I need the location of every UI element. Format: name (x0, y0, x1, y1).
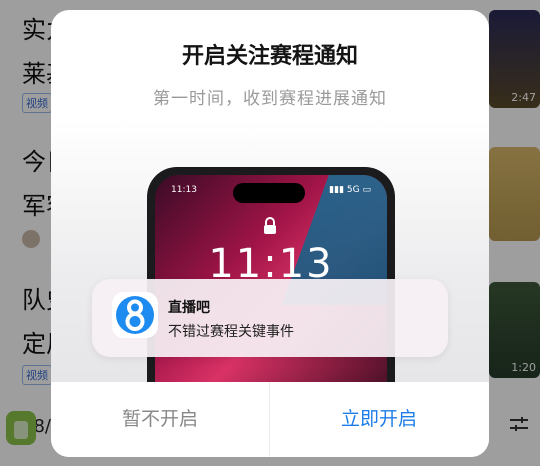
dialog-subtitle: 第一时间，收到赛程进展通知 (153, 89, 387, 109)
status-time: 11:13 (171, 185, 197, 195)
lock-screen-clock: 11:13 (208, 241, 334, 287)
notification-message: 不错过赛程关键事件 (168, 324, 294, 340)
zhibo8-app-icon (112, 292, 158, 338)
notification-preview-card: 直播吧 不错过赛程关键事件 (92, 279, 448, 357)
battery-icon: ▭ (362, 185, 371, 195)
dialog-title: 开启关注赛程通知 (181, 44, 358, 69)
notification-permission-dialog: 开启关注赛程通知 第一时间，收到赛程进展通知 11:13 ▮▮▮ 5G ▭ 11… (51, 10, 489, 457)
notification-app-name: 直播吧 (168, 300, 210, 316)
status-network: ▮▮▮ 5G ▭ (329, 185, 371, 195)
network-label: 5G (346, 185, 360, 195)
dynamic-island (233, 183, 305, 203)
signal-icon: ▮▮▮ (329, 185, 345, 195)
not-now-button[interactable]: 暂不开启 (51, 382, 269, 457)
phone-illustration: 11:13 ▮▮▮ 5G ▭ 11:13 直播吧 不错过赛程关键事件 (51, 120, 489, 382)
lock-icon (264, 217, 276, 234)
enable-now-button[interactable]: 立即开启 (270, 382, 488, 457)
